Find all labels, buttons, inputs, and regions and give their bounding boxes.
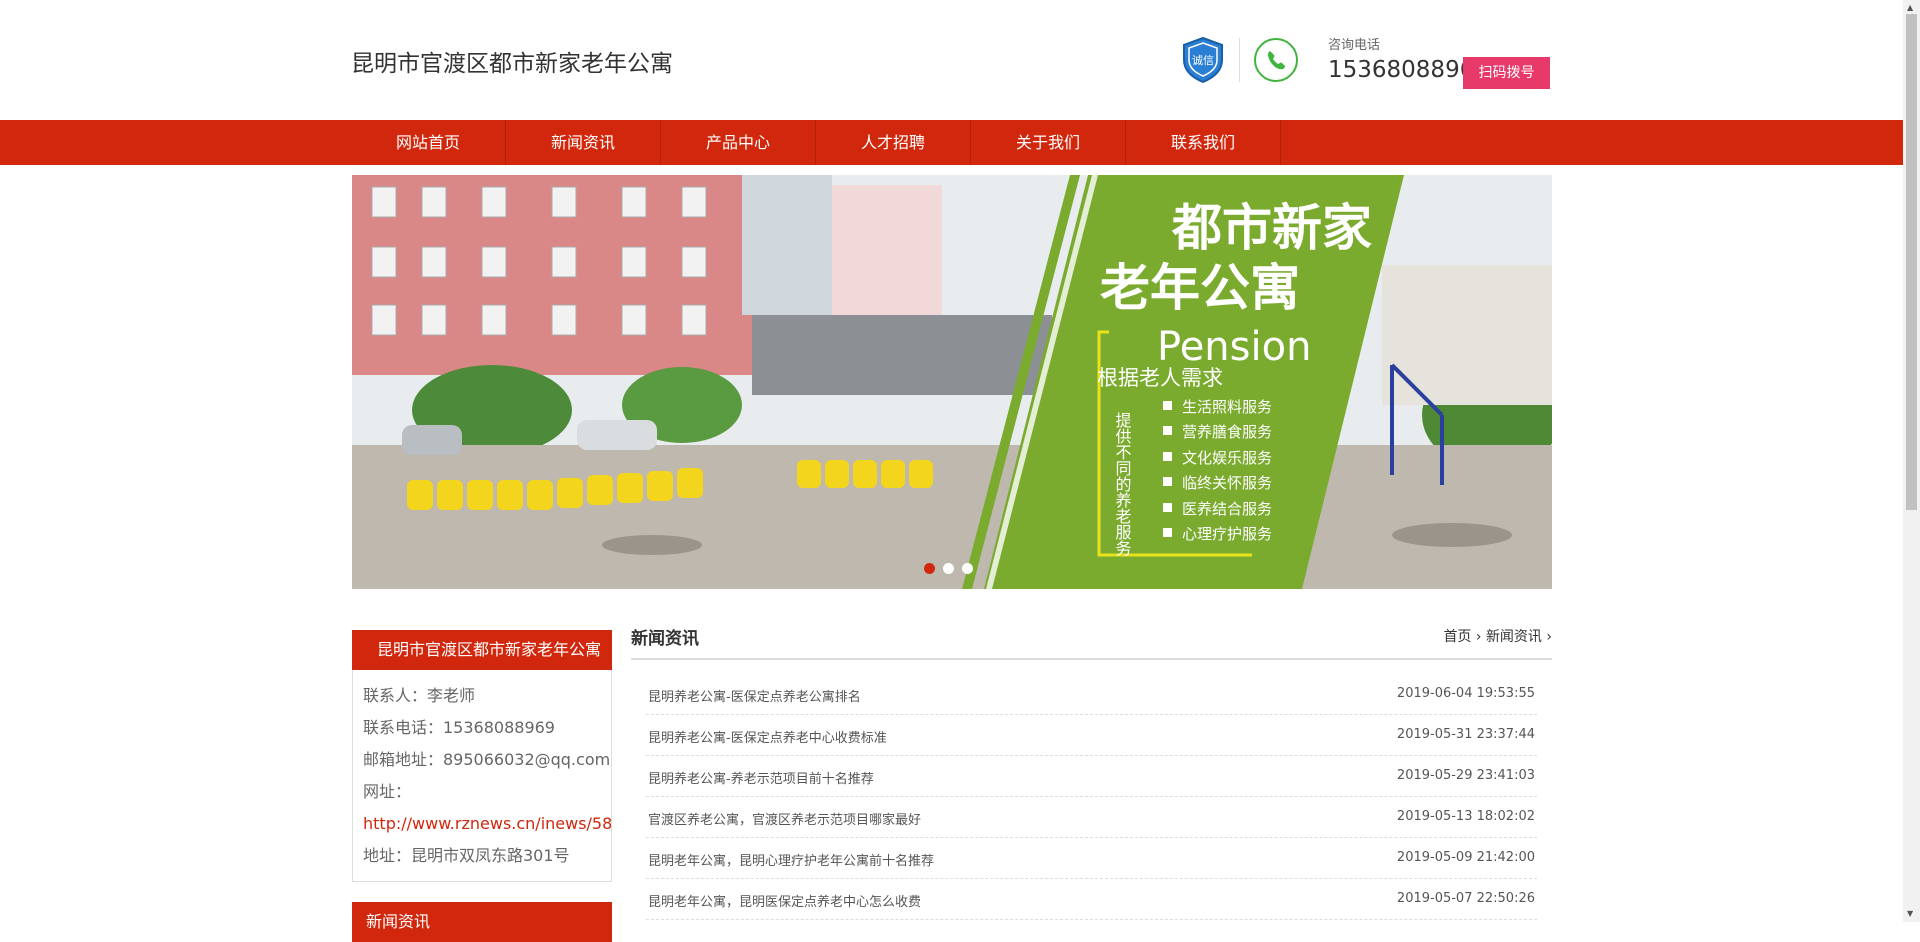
news-list: 昆明养老公寓-医保定点养老公寓排名 2019-06-04 19:53:55 昆明… bbox=[646, 674, 1537, 920]
news-date: 2019-06-04 19:53:55 bbox=[1396, 686, 1535, 701]
contact-person: 联系人：李老师 bbox=[363, 686, 476, 705]
contact-box: 联系人：李老师 联系电话：15368088969 邮箱地址：895066032@… bbox=[352, 670, 612, 882]
service-item: 营养膳食服务 bbox=[1182, 423, 1272, 441]
hero-banner[interactable]: 都市新家 老年公寓 Pension 根据老人需求 提供不同的养老服务 生活照料服… bbox=[352, 175, 1552, 589]
news-title[interactable]: 昆明养老公寓-医保定点养老公寓排名 bbox=[648, 686, 861, 705]
news-title[interactable]: 昆明养老公寓-医保定点养老中心收费标准 bbox=[648, 727, 887, 746]
scroll-up-icon[interactable]: ▲ bbox=[1907, 3, 1913, 12]
service-item: 生活照料服务 bbox=[1182, 398, 1272, 416]
news-title[interactable]: 昆明老年公寓，昆明心理疗护老年公寓前十名推荐 bbox=[648, 850, 934, 869]
news-title[interactable]: 昆明养老公寓-养老示范项目前十名推荐 bbox=[648, 768, 874, 787]
nav-item-contact[interactable]: 联系我们 bbox=[1126, 120, 1281, 165]
news-date: 2019-05-31 23:37:44 bbox=[1396, 727, 1535, 742]
nav-item-home[interactable]: 网站首页 bbox=[351, 120, 506, 165]
news-date: 2019-05-09 21:42:00 bbox=[1396, 850, 1535, 865]
service-item: 心理疗护服务 bbox=[1182, 525, 1272, 543]
news-title[interactable]: 昆明老年公寓，昆明医保定点养老中心怎么收费 bbox=[648, 891, 921, 910]
phone-label: 咨询电话 bbox=[1328, 38, 1381, 53]
banner-title-1: 都市新家 bbox=[1171, 199, 1372, 257]
nav-item-careers[interactable]: 人才招聘 bbox=[816, 120, 971, 165]
carousel-dot-1[interactable] bbox=[924, 563, 935, 574]
nav-item-news[interactable]: 新闻资讯 bbox=[506, 120, 661, 165]
contact-address: 地址：昆明市双凤东路301号 bbox=[363, 846, 570, 865]
news-date: 2019-05-13 18:02:02 bbox=[1396, 809, 1535, 824]
carousel-dot-2[interactable] bbox=[943, 563, 954, 574]
banner-tagline: 根据老人需求 bbox=[1097, 366, 1223, 390]
website-row: http://www.rznews.cn/inews/588081 bbox=[353, 808, 611, 840]
header-divider bbox=[1239, 38, 1240, 82]
news-section-title: 新闻资讯 bbox=[631, 629, 699, 649]
news-date: 2019-05-07 22:50:26 bbox=[1396, 891, 1535, 906]
chevron-right-icon: › bbox=[1471, 629, 1486, 645]
scroll-down-icon[interactable]: ▼ bbox=[1907, 909, 1913, 918]
news-item[interactable]: 昆明养老公寓-医保定点养老中心收费标准 2019-05-31 23:37:44 bbox=[646, 715, 1537, 756]
vertical-scrollbar[interactable]: ▲ ▼ bbox=[1903, 0, 1920, 922]
nav-item-about[interactable]: 关于我们 bbox=[971, 120, 1126, 165]
news-title[interactable]: 官渡区养老公寓，官渡区养老示范项目哪家最好 bbox=[648, 809, 921, 828]
site-header: 昆明市官渡区都市新家老年公寓 诚信 咨询电话 15368088969 扫码拨号 bbox=[0, 0, 1903, 120]
website-link[interactable]: http://www.rznews.cn/inews/588081 bbox=[363, 814, 611, 833]
news-item[interactable]: 官渡区养老公寓，官渡区养老示范项目哪家最好 2019-05-13 18:02:0… bbox=[646, 797, 1537, 838]
scan-to-call-button[interactable]: 扫码拨号 bbox=[1463, 57, 1550, 89]
nav-items: 网站首页 新闻资讯 产品中心 人才招聘 关于我们 联系我们 bbox=[351, 120, 1281, 165]
service-item: 临终关怀服务 bbox=[1182, 474, 1272, 492]
website-label: 网址： bbox=[363, 782, 412, 801]
contact-phone: 联系电话：15368088969 bbox=[363, 718, 555, 737]
nav-item-products[interactable]: 产品中心 bbox=[661, 120, 816, 165]
news-section-header: 新闻资讯 首页 › 新闻资讯 › bbox=[631, 620, 1552, 660]
service-item: 文化娱乐服务 bbox=[1182, 449, 1272, 467]
site-title[interactable]: 昆明市官渡区都市新家老年公寓 bbox=[351, 44, 673, 78]
carousel-dot-3[interactable] bbox=[962, 563, 973, 574]
news-date: 2019-05-29 23:41:03 bbox=[1396, 768, 1535, 783]
sidebar-news-title: 新闻资讯 bbox=[352, 902, 612, 942]
chevron-right-icon: › bbox=[1541, 629, 1552, 645]
contact-box-title: 昆明市官渡区都市新家老年公寓 bbox=[352, 630, 612, 670]
service-item: 医养结合服务 bbox=[1182, 500, 1272, 518]
scrollbar-thumb[interactable] bbox=[1906, 14, 1917, 510]
badge-text: 诚信 bbox=[1192, 54, 1214, 67]
news-item[interactable]: 昆明老年公寓，昆明医保定点养老中心怎么收费 2019-05-07 22:50:2… bbox=[646, 879, 1537, 920]
breadcrumb: 首页 › 新闻资讯 › bbox=[1443, 626, 1552, 646]
banner-title-2: 老年公寓 bbox=[1100, 259, 1300, 317]
news-item[interactable]: 昆明养老公寓-医保定点养老公寓排名 2019-06-04 19:53:55 bbox=[646, 674, 1537, 715]
breadcrumb-home[interactable]: 首页 bbox=[1443, 629, 1471, 645]
breadcrumb-news[interactable]: 新闻资讯 bbox=[1486, 629, 1542, 645]
contact-email: 邮箱地址：895066032@qq.com bbox=[363, 750, 611, 769]
news-section: 新闻资讯 首页 › 新闻资讯 › 昆明养老公寓-医保定点养老公寓排名 2019-… bbox=[631, 620, 1552, 920]
banner-vertical-text: 提供不同的养老服务 bbox=[1113, 412, 1132, 557]
phone-icon bbox=[1254, 38, 1298, 82]
integrity-badge-icon: 诚信 bbox=[1183, 36, 1223, 84]
news-item[interactable]: 昆明老年公寓，昆明心理疗护老年公寓前十名推荐 2019-05-09 21:42:… bbox=[646, 838, 1537, 879]
banner-image: 都市新家 老年公寓 Pension 根据老人需求 提供不同的养老服务 生活照料服… bbox=[352, 175, 1552, 589]
sidebar: 昆明市官渡区都市新家老年公寓 联系人：李老师 联系电话：15368088969 … bbox=[352, 630, 612, 942]
news-item[interactable]: 昆明养老公寓-养老示范项目前十名推荐 2019-05-29 23:41:03 bbox=[646, 756, 1537, 797]
main-nav: 网站首页 新闻资讯 产品中心 人才招聘 关于我们 联系我们 bbox=[0, 120, 1903, 165]
banner-subtitle-en: Pension bbox=[1157, 324, 1311, 370]
carousel-dots bbox=[924, 563, 973, 574]
